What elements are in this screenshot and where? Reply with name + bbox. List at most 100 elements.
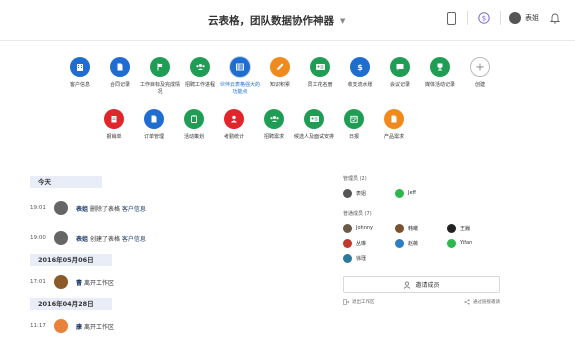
- app-label: 创建: [474, 82, 485, 88]
- avatar: [509, 12, 521, 24]
- app-recruitment-progress[interactable]: 招聘工作进程: [180, 57, 220, 109]
- app-meeting-notes[interactable]: 会议记录: [380, 57, 420, 109]
- app-ledger[interactable]: $ 收支流水账: [340, 57, 380, 109]
- document-icon: [144, 109, 164, 129]
- app-media-events[interactable]: 媒体活动记录: [420, 57, 460, 109]
- app-event-planning[interactable]: 活动策划: [174, 109, 214, 157]
- header-divider: [467, 11, 468, 25]
- app-candidates[interactable]: 候选人及面试安排: [294, 109, 334, 157]
- svg-text:$: $: [482, 15, 486, 23]
- app-partner-features[interactable]: 伙伴云表格强大的功能点: [220, 57, 260, 109]
- app-hiring-needs[interactable]: 招聘需求: [254, 109, 294, 157]
- member-item[interactable]: 徐瑾: [343, 253, 395, 263]
- feed-user[interactable]: 表姐: [76, 206, 88, 213]
- feed-item: 11:17 康 离开工作区: [30, 314, 320, 338]
- avatar: [54, 201, 68, 215]
- member-name: 韩曦: [408, 225, 419, 232]
- feed-user[interactable]: 表姐: [76, 236, 88, 243]
- document-icon: [110, 57, 130, 77]
- pencil-icon: [270, 57, 290, 77]
- member-item[interactable]: 王巍: [447, 223, 499, 233]
- user-menu[interactable]: 表姐: [509, 12, 539, 24]
- member-item[interactable]: 韩曦: [395, 223, 447, 233]
- member-name: 丛琳: [356, 240, 367, 247]
- app-daily-report[interactable]: 日报: [334, 109, 374, 157]
- activity-feed: 今天 19:01 表姐 删除了表格 客户信息 19:00 表姐 创建了表格 客户…: [30, 176, 320, 338]
- app-order-management[interactable]: 订单管理: [134, 109, 174, 157]
- avatar: [343, 223, 352, 233]
- receipt-icon: [104, 109, 124, 129]
- feed-action: 创建了表格: [89, 235, 120, 243]
- app-contract-records[interactable]: 合同记录: [100, 57, 140, 109]
- feed-item: 19:00 表姐 创建了表格 客户信息: [30, 226, 320, 250]
- exit-workspace-link[interactable]: 退出工作区: [343, 299, 375, 305]
- workspace-title-dropdown[interactable]: 云表格，团队数据协作神器 ▼: [208, 13, 345, 28]
- admins-list: 表姐 Jeff: [343, 187, 500, 199]
- id-card-icon: [310, 57, 330, 77]
- member-item[interactable]: 赵薇: [395, 238, 447, 248]
- member-item[interactable]: Jeff: [395, 188, 447, 198]
- app-customer-info[interactable]: 客户信息: [60, 57, 100, 109]
- create-app-button[interactable]: 创建: [460, 57, 500, 109]
- member-item[interactable]: Johnny: [343, 223, 395, 233]
- clipboard-icon: [184, 109, 204, 129]
- bell-icon[interactable]: [547, 10, 563, 26]
- avatar: [54, 319, 68, 333]
- feed-user[interactable]: 康: [76, 324, 82, 331]
- member-item[interactable]: Yifan: [447, 238, 499, 248]
- share-icon: [464, 299, 470, 305]
- member-name: Johnny: [356, 225, 373, 231]
- invite-via-link[interactable]: 通过链接邀请: [464, 299, 500, 305]
- member-item[interactable]: 表姐: [343, 188, 395, 198]
- document-icon: [384, 109, 404, 129]
- app-employee-roster[interactable]: 员工花名册: [300, 57, 340, 109]
- avatar: [447, 223, 456, 233]
- member-name: Jeff: [408, 190, 416, 196]
- app-label: 订单管理: [143, 134, 164, 140]
- feed-text: 曹 离开工作区: [76, 278, 114, 287]
- app-label: 日报: [348, 134, 359, 140]
- feed-target-link[interactable]: 客户信息: [122, 236, 146, 243]
- app-expense-claims[interactable]: 报销单: [94, 109, 134, 157]
- svg-text:$: $: [357, 63, 363, 72]
- exit-icon: [343, 299, 349, 305]
- app-label: 招聘工作进程: [184, 82, 215, 88]
- members-panel: 管理员 (2) 表姐 Jeff 普通成员 (7) Johnny 韩曦 王巍 丛琳: [343, 175, 500, 305]
- member-name: 表姐: [356, 190, 367, 197]
- feed-action: 删除了表格: [89, 205, 120, 213]
- app-label: 报销单: [106, 134, 122, 140]
- currency-icon[interactable]: $: [476, 10, 492, 26]
- app-label: 候选人及面试安排: [294, 134, 335, 140]
- id-card-icon: [304, 109, 324, 129]
- mobile-icon[interactable]: [443, 10, 459, 26]
- members-heading: 普通成员 (7): [343, 211, 372, 217]
- app-label: 合同记录: [109, 82, 130, 88]
- app-label: 收支流水账: [347, 82, 373, 88]
- app-label: 考勤统计: [223, 134, 244, 140]
- date-header: 今天: [30, 176, 102, 188]
- feed-user[interactable]: 曹: [76, 280, 82, 287]
- user-icon: [404, 281, 411, 289]
- member-name: Yifan: [460, 240, 473, 246]
- person-icon: [224, 109, 244, 129]
- app-label: 招聘需求: [263, 134, 284, 140]
- feed-target-link[interactable]: 客户信息: [122, 206, 146, 213]
- feed-text: 表姐 删除了表格 客户信息: [76, 204, 146, 213]
- app-label: 会议记录: [389, 82, 410, 88]
- avatar: [447, 238, 456, 248]
- plus-icon: [470, 57, 490, 77]
- app-work-goals[interactable]: 工作目标及完成情况: [140, 57, 180, 109]
- app-product-requirements[interactable]: 产品需求: [374, 109, 414, 157]
- chevron-down-icon: ▼: [340, 16, 346, 25]
- feed-action: 离开工作区: [83, 279, 114, 287]
- app-attendance[interactable]: 考勤统计: [214, 109, 254, 157]
- top-bar: 云表格，团队数据协作神器 ▼ $ 表姐: [0, 0, 575, 41]
- app-knowledge[interactable]: 知识积累: [260, 57, 300, 109]
- members-list-row: Johnny 韩曦 王巍: [343, 222, 500, 234]
- invite-members-button[interactable]: 邀请成员: [343, 276, 500, 293]
- member-item[interactable]: 丛琳: [343, 238, 395, 248]
- app-label: 客户信息: [69, 82, 90, 88]
- app-row-1: 客户信息 合同记录 工作目标及完成情况 招聘工作进程 伙伴云表格强大的功能点 知…: [60, 57, 530, 109]
- avatar: [343, 188, 352, 198]
- app-label: 工作目标及完成情况: [140, 82, 181, 95]
